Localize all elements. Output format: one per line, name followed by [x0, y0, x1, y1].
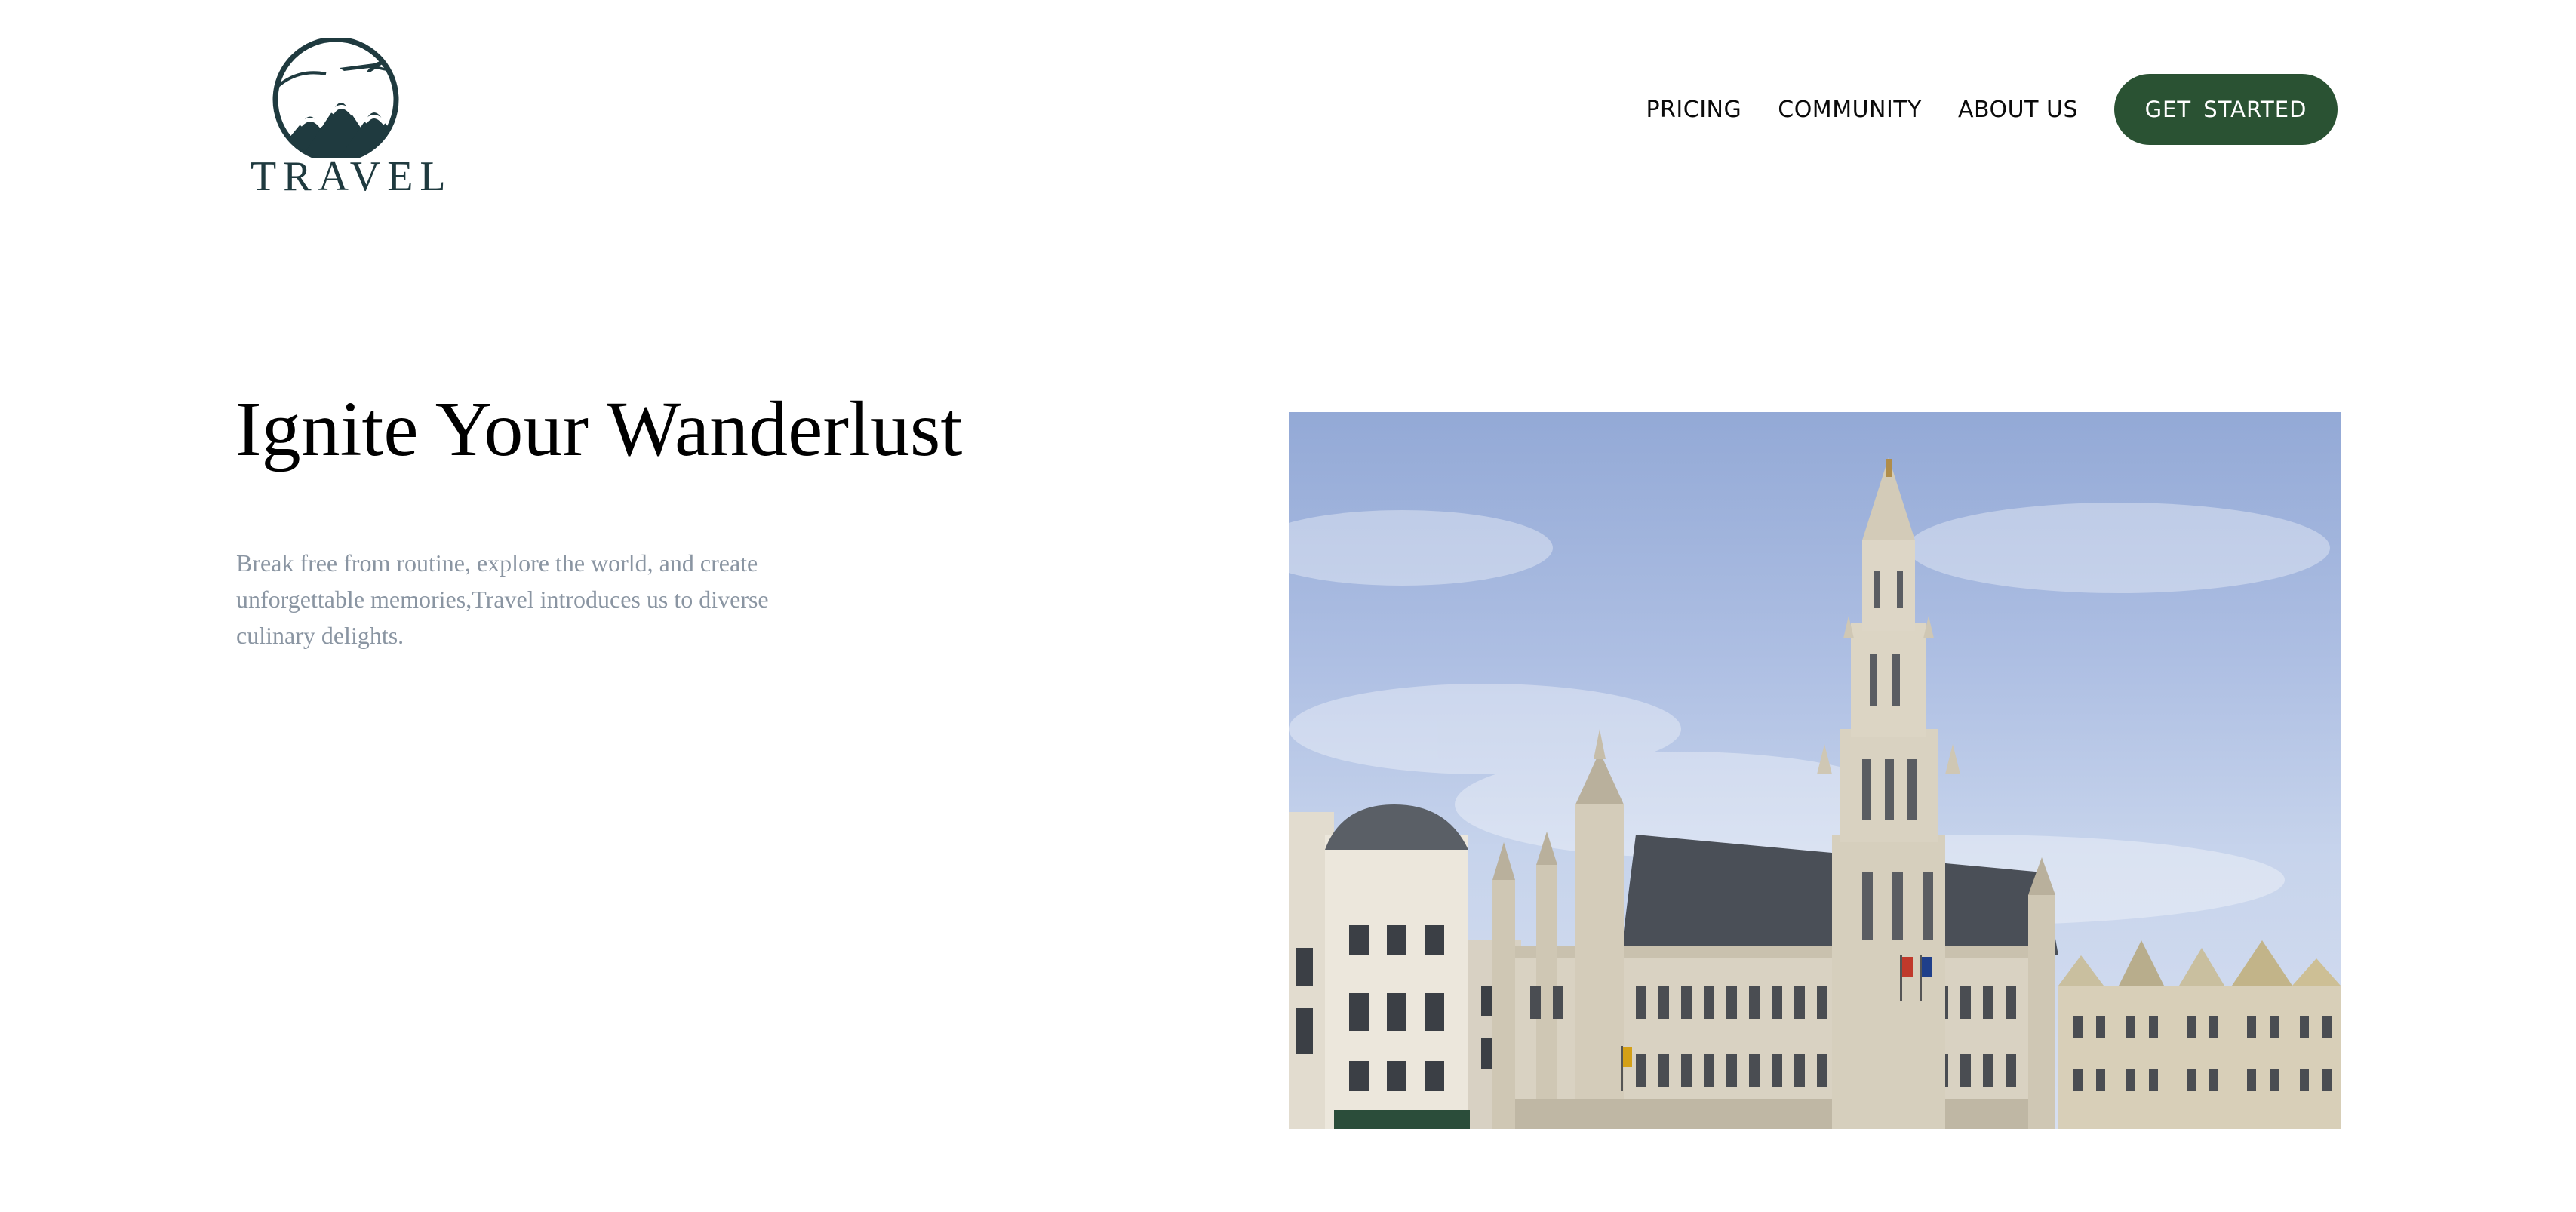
gothic-town-hall-photo	[1289, 457, 2341, 1129]
nav-link-pricing[interactable]: PRICING	[1646, 97, 1741, 123]
main-nav: PRICING COMMUNITY ABOUT US GET STARTED	[1646, 74, 2338, 145]
get-started-button[interactable]: GET STARTED	[2114, 74, 2338, 145]
right-buildings	[2058, 940, 2341, 1129]
left-buildings	[1289, 804, 1521, 1129]
logo-wordmark: TRAVEL	[251, 153, 453, 200]
nav-link-about-us[interactable]: ABOUT US	[1958, 97, 2078, 123]
mountain-airplane-icon	[272, 38, 399, 158]
hero-description: Break free from routine, explore the wor…	[236, 549, 769, 649]
nav-link-community[interactable]: COMMUNITY	[1778, 97, 1922, 123]
logo[interactable]: TRAVEL	[251, 38, 453, 207]
hero-image	[1289, 412, 2341, 1129]
hero-title: Ignite Your Wanderlust	[235, 386, 963, 472]
